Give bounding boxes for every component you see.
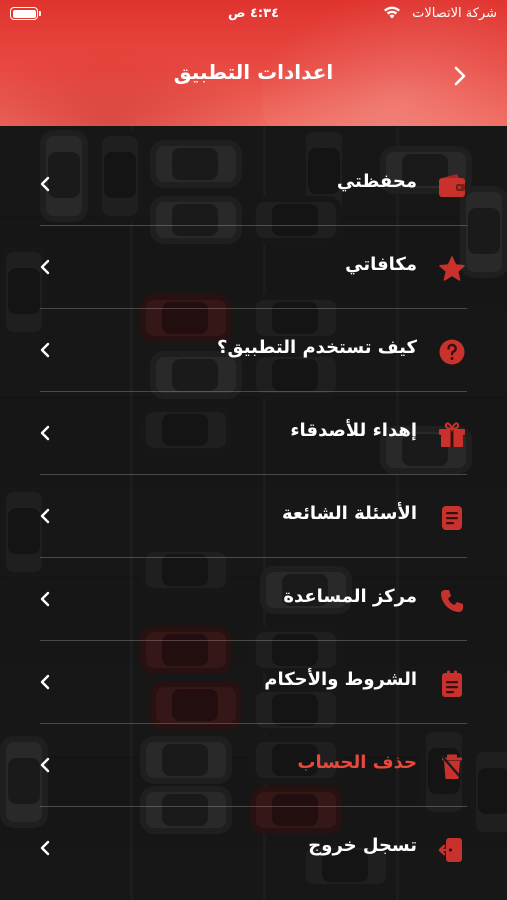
star-icon: [437, 254, 467, 284]
wifi-icon: [384, 6, 400, 19]
menu-item-label: محفظتي: [336, 171, 417, 192]
chevron-left-icon: [40, 425, 50, 441]
menu-item-label: تسجل خروج: [308, 835, 417, 856]
gift-icon: [437, 420, 467, 450]
logout-icon: [437, 835, 467, 865]
menu-item-help-center[interactable]: مركز المساعدة: [0, 558, 507, 641]
menu-item-label: الشروط والأحكام: [264, 669, 417, 690]
menu-item-gift-friends[interactable]: إهداء للأصدقاء: [0, 392, 507, 475]
chevron-left-icon: [40, 674, 50, 690]
chevron-left-icon: [40, 259, 50, 275]
menu-item-wallet[interactable]: محفظتي: [0, 143, 507, 226]
settings-menu: محفظتي مكافاتي كيف تستخدم التطبيق؟ إهداء…: [0, 143, 507, 890]
menu-item-faq[interactable]: الأسئلة الشائعة: [0, 475, 507, 558]
app-header: ٤:٣٤ ص شركة الاتصالات اعدادات التطبيق: [0, 0, 507, 126]
carrier-name: شركة الاتصالات: [412, 6, 497, 21]
wallet-icon: [437, 171, 467, 201]
menu-item-label: الأسئلة الشائعة: [282, 503, 417, 524]
menu-item-label: مركز المساعدة: [283, 586, 417, 607]
question-icon: [437, 337, 467, 367]
chevron-left-icon: [40, 840, 50, 856]
menu-item-label: كيف تستخدم التطبيق؟: [217, 337, 417, 358]
chevron-left-icon: [40, 591, 50, 607]
phone-icon: [437, 586, 467, 616]
chevron-left-icon: [40, 508, 50, 524]
chevron-left-icon: [40, 757, 50, 773]
menu-item-logout[interactable]: تسجل خروج: [0, 807, 507, 890]
chevron-left-icon: [40, 176, 50, 192]
chevron-left-icon: [40, 342, 50, 358]
menu-item-delete-account[interactable]: حذف الحساب: [0, 724, 507, 807]
status-bar: ٤:٣٤ ص شركة الاتصالات: [0, 0, 507, 28]
menu-item-terms[interactable]: الشروط والأحكام: [0, 641, 507, 724]
document-icon: [437, 503, 467, 533]
menu-item-label: حذف الحساب: [297, 752, 417, 773]
menu-item-rewards[interactable]: مكافاتي: [0, 226, 507, 309]
delete-account-icon: [437, 752, 467, 782]
menu-item-label: إهداء للأصدقاء: [290, 420, 417, 441]
clipboard-icon: [437, 669, 467, 699]
menu-item-how-to-use[interactable]: كيف تستخدم التطبيق؟: [0, 309, 507, 392]
page-title: اعدادات التطبيق: [173, 60, 334, 84]
menu-item-label: مكافاتي: [345, 254, 417, 275]
